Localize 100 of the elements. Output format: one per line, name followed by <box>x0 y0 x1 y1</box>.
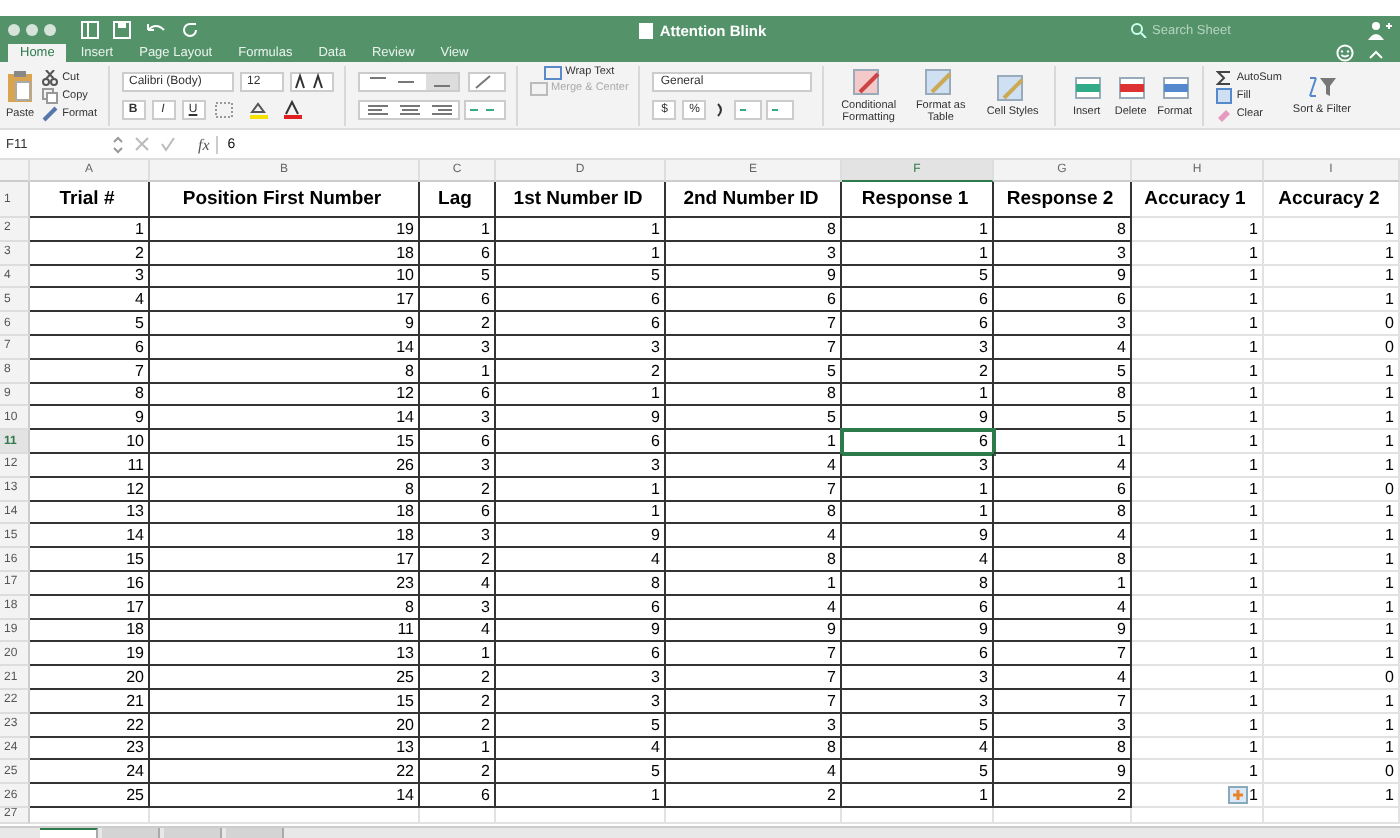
table-cell: 2 <box>30 241 150 266</box>
table-cell: 1 <box>842 241 994 266</box>
table-cell: 8 <box>666 218 842 242</box>
table-cell: 3 <box>994 312 1132 336</box>
table-cell: 3 <box>842 453 994 478</box>
table-cell: 1 <box>420 359 496 384</box>
table-cell: 1 <box>1132 335 1264 360</box>
function-label[interactable]: fx <box>198 135 218 153</box>
table-cell: 10 <box>30 430 150 454</box>
table-cell: 6 <box>420 784 496 808</box>
table-cell: 1 <box>1264 501 1400 525</box>
table-cell: 1 <box>1264 430 1400 454</box>
header-cell: 1st Number ID <box>496 182 666 218</box>
table-cell: 6 <box>496 642 666 667</box>
table-cell: 9 <box>666 619 842 643</box>
table-cell: 1 <box>1132 595 1264 620</box>
table-cell: 9 <box>496 524 666 549</box>
table-cell: 6 <box>496 595 666 620</box>
table-cell: 6 <box>842 430 994 454</box>
table-cell: 3 <box>420 453 496 478</box>
table-cell: 9 <box>30 406 150 431</box>
table-cell: 5 <box>994 359 1132 384</box>
table-cell: 1 <box>1264 784 1400 808</box>
table-cell: 9 <box>666 265 842 289</box>
table-cell: 3 <box>496 666 666 690</box>
table-cell: 6 <box>994 288 1132 313</box>
table-cell: 1 <box>1132 737 1264 761</box>
table-cell: 5 <box>30 312 150 336</box>
table-cell: 1 <box>1264 595 1400 620</box>
table-cell: 1 <box>1264 359 1400 384</box>
table-cell: 17 <box>150 548 420 572</box>
table-cell: 1 <box>1264 713 1400 738</box>
table-cell: 8 <box>666 501 842 525</box>
table-cell: 18 <box>30 619 150 643</box>
table-cell: 1 <box>1264 453 1400 478</box>
table-cell: 1 <box>496 241 666 266</box>
table-cell: 1 <box>1132 548 1264 572</box>
table-cell: 4 <box>994 524 1132 549</box>
table-cell: 1 <box>496 218 666 242</box>
table-cell: 6 <box>496 312 666 336</box>
table-cell: 8 <box>994 218 1132 242</box>
table-cell: 1 <box>1132 619 1264 643</box>
table-cell: 7 <box>666 642 842 667</box>
table-cell: 2 <box>420 760 496 785</box>
table-cell: 5 <box>496 713 666 738</box>
table-cell: 9 <box>842 406 994 431</box>
table-cell: 0 <box>1264 477 1400 502</box>
table-cell: 10 <box>150 265 420 289</box>
table-cell: 17 <box>150 288 420 313</box>
table-cell: 18 <box>150 524 420 549</box>
table-cell: 1 <box>1132 359 1264 384</box>
table-cell: 13 <box>150 642 420 667</box>
table-cell: 8 <box>30 383 150 407</box>
header-cell: Lag <box>420 182 496 218</box>
table-cell: 1 <box>1132 477 1264 502</box>
table-cell: 1 <box>1132 524 1264 549</box>
header-cell: Trial # <box>30 182 150 218</box>
table-cell: 5 <box>496 760 666 785</box>
table-cell: 9 <box>842 524 994 549</box>
header-cell: 2nd Number ID <box>666 182 842 218</box>
table-cell: 6 <box>666 288 842 313</box>
table-cell: 8 <box>842 571 994 596</box>
table-cell: 7 <box>994 642 1132 667</box>
table-cell: 4 <box>994 453 1132 478</box>
table-cell: 23 <box>30 737 150 761</box>
table-cell: 6 <box>420 383 496 407</box>
table-cell: 3 <box>842 335 994 360</box>
table-cell: 19 <box>30 642 150 667</box>
table-cell: 17 <box>30 595 150 620</box>
table-cell: 8 <box>994 737 1132 761</box>
table-cell: 1 <box>1264 548 1400 572</box>
table-cell: 1 <box>1132 642 1264 667</box>
table-cell: 1 <box>496 383 666 407</box>
table-cell: 6 <box>994 477 1132 502</box>
table-cell: 9 <box>496 406 666 431</box>
table-cell: 2 <box>666 784 842 808</box>
table-cell: 4 <box>994 335 1132 360</box>
table-cell: 3 <box>496 453 666 478</box>
table-cell: 6 <box>420 288 496 313</box>
table-cell: 1 <box>1264 406 1400 431</box>
table-cell: 13 <box>150 737 420 761</box>
table-cell: 11 <box>150 619 420 643</box>
table-cell: 20 <box>30 666 150 690</box>
table-cell: 4 <box>420 619 496 643</box>
table-cell: 3 <box>496 689 666 714</box>
table-cell: 5 <box>994 406 1132 431</box>
table-cell: 1 <box>842 218 994 242</box>
table-cell: 7 <box>30 359 150 384</box>
table-cell: 1 <box>30 218 150 242</box>
table-cell: 8 <box>994 548 1132 572</box>
table-cell: 4 <box>666 595 842 620</box>
table-cell: 0 <box>1264 760 1400 785</box>
table-cell: 15 <box>150 689 420 714</box>
table-cell: 1 <box>842 784 994 808</box>
table-cell: 8 <box>150 359 420 384</box>
table-cell: 5 <box>842 713 994 738</box>
table-cell: 1 <box>1264 642 1400 667</box>
table-cell: 2 <box>420 548 496 572</box>
table-cell: 6 <box>842 312 994 336</box>
table-cell: 1 <box>1264 265 1400 289</box>
